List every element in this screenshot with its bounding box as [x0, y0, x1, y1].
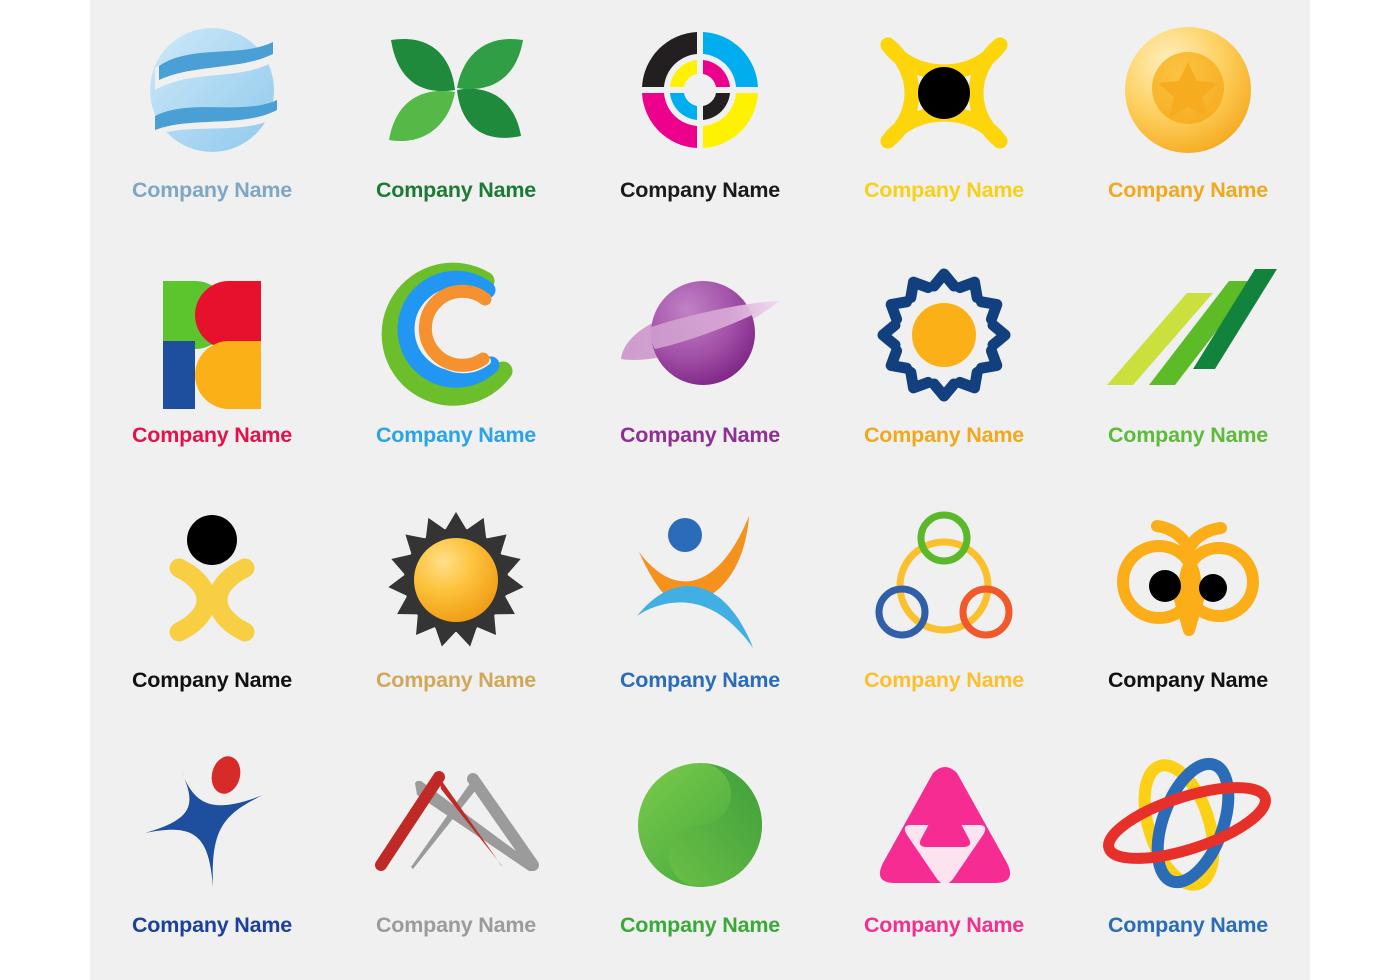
eye-icon: [859, 18, 1029, 168]
logo-caption: Company Name: [131, 668, 293, 692]
logo-caption: Company Name: [131, 423, 293, 447]
logo-card-triple-crescent[interactable]: Company Name: [334, 245, 578, 490]
logo-card-sunburst[interactable]: Company Name: [334, 490, 578, 735]
dancing-figure-icon: [615, 508, 785, 658]
logo-caption: Company Name: [1107, 178, 1269, 202]
logo-card-owl[interactable]: Company Name: [1066, 490, 1310, 735]
logo-caption: Company Name: [863, 423, 1025, 447]
logo-caption: Company Name: [1107, 668, 1269, 692]
logo-sheet: Company Name Company Name Company Name C…: [0, 0, 1400, 980]
logo-grid: Company Name Company Name Company Name C…: [90, 0, 1310, 980]
logo-caption: Company Name: [131, 178, 293, 202]
green-sphere-icon: [615, 753, 785, 903]
logo-card-diagonal-bars[interactable]: Company Name: [1066, 245, 1310, 490]
logo-card-arc-person[interactable]: Company Name: [90, 490, 334, 735]
ascending-diagonal-bars-icon: [1103, 263, 1277, 413]
logo-canvas: Company Name Company Name Company Name C…: [90, 0, 1310, 980]
logo-card-atom-orbits[interactable]: Company Name: [1066, 735, 1310, 980]
logo-caption: Company Name: [1107, 913, 1269, 937]
atom-orbits-icon: [1102, 753, 1273, 903]
logo-caption: Company Name: [375, 178, 537, 202]
person-arcs-icon: [127, 508, 297, 658]
logo-caption: Company Name: [375, 423, 537, 447]
logo-caption: Company Name: [619, 423, 781, 447]
four-leaf-icon: [371, 18, 541, 168]
sunburst-icon: [371, 508, 541, 658]
logo-card-cmyk-rings[interactable]: Company Name: [578, 0, 822, 245]
mountain-peaks-icon: [371, 753, 541, 903]
logo-card-pink-triangles[interactable]: Company Name: [822, 735, 1066, 980]
logo-card-ringed-planet[interactable]: Company Name: [578, 245, 822, 490]
logo-card-eye[interactable]: Company Name: [822, 0, 1066, 245]
ringed-planet-icon: [615, 263, 785, 413]
four-petal-squares-icon: [127, 263, 297, 413]
logo-caption: Company Name: [619, 668, 781, 692]
logo-card-dancer[interactable]: Company Name: [578, 490, 822, 735]
logo-caption: Company Name: [619, 913, 781, 937]
sliced-sphere-icon: [127, 18, 297, 168]
chevron-sun-icon: [859, 263, 1029, 413]
interlocking-rings-icon: [859, 508, 1029, 658]
logo-card-three-rings[interactable]: Company Name: [822, 490, 1066, 735]
logo-card-star-coin[interactable]: Company Name: [1066, 0, 1310, 245]
logo-card-four-petals[interactable]: Company Name: [90, 245, 334, 490]
logo-card-star-figure[interactable]: Company Name: [90, 735, 334, 980]
triple-crescent-icon: [371, 262, 541, 413]
logo-card-four-leaf[interactable]: Company Name: [334, 0, 578, 245]
cmyk-concentric-rings-icon: [615, 18, 785, 168]
star-figure-icon: [127, 753, 297, 903]
logo-caption: Company Name: [1107, 423, 1269, 447]
logo-caption: Company Name: [375, 668, 537, 692]
logo-caption: Company Name: [863, 668, 1025, 692]
logo-caption: Company Name: [863, 178, 1025, 202]
logo-caption: Company Name: [375, 913, 537, 937]
logo-caption: Company Name: [863, 913, 1025, 937]
logo-card-green-sphere[interactable]: Company Name: [578, 735, 822, 980]
logo-caption: Company Name: [619, 178, 781, 202]
star-coin-icon: [1103, 18, 1273, 168]
logo-card-sliced-sphere[interactable]: Company Name: [90, 0, 334, 245]
logo-caption: Company Name: [131, 913, 293, 937]
logo-card-twin-peaks[interactable]: Company Name: [334, 735, 578, 980]
owl-face-icon: [1103, 508, 1273, 658]
nested-triangles-icon: [859, 753, 1029, 903]
logo-card-chevron-sun[interactable]: Company Name: [822, 245, 1066, 490]
